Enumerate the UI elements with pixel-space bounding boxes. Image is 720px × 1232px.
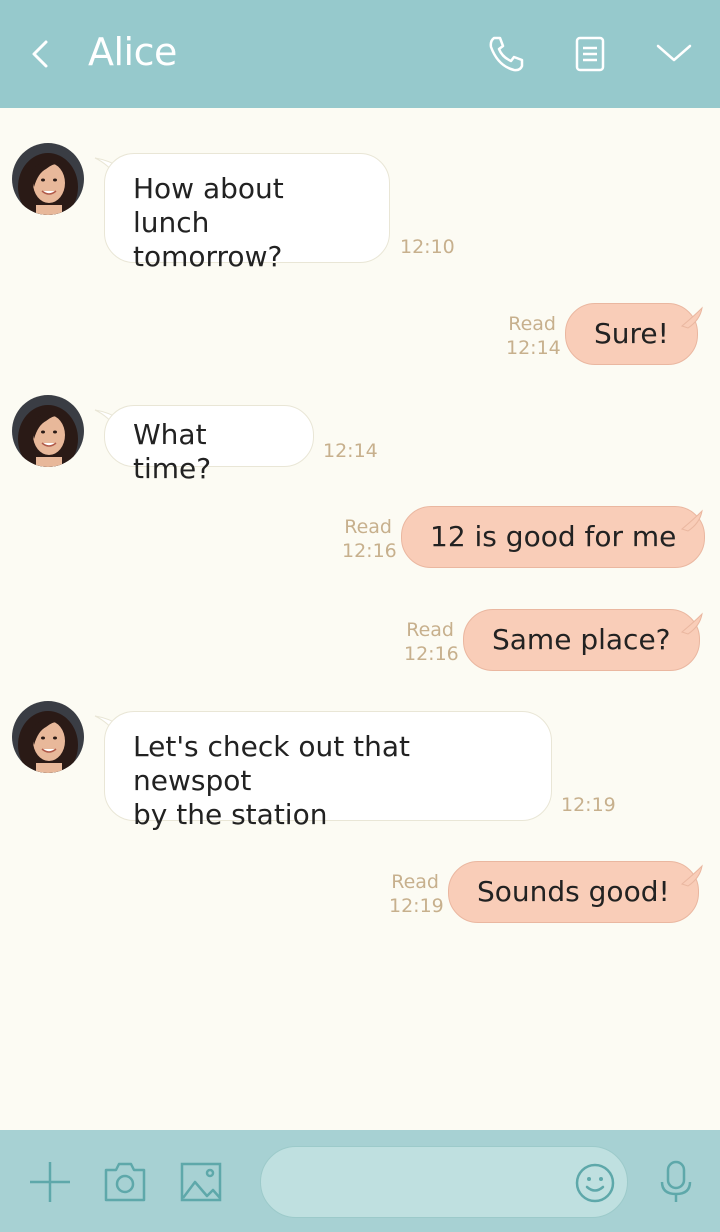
message-input[interactable]	[260, 1146, 628, 1218]
avatar[interactable]	[12, 395, 84, 467]
phone-icon[interactable]	[484, 32, 528, 76]
message-bubble-outgoing[interactable]: Sounds good!	[448, 861, 699, 923]
message-bubble-incoming[interactable]: Let's check out that newspot by the stat…	[104, 711, 552, 831]
message-text: Sounds good!	[477, 875, 670, 908]
message-time: 12:19	[561, 794, 616, 816]
back-arrow-icon[interactable]	[22, 34, 62, 74]
bubble-tail	[680, 509, 703, 532]
message-list[interactable]: How about lunch tomorrow? 12:10 Read 12:…	[0, 108, 720, 1130]
message-read-status: Read 12:14	[506, 312, 561, 360]
message-text-line: Let's check out that newspot	[133, 730, 410, 797]
message-text-line: by the station	[133, 798, 328, 831]
message-time: 12:14	[506, 337, 561, 359]
message-read-status: Read 12:16	[404, 618, 459, 666]
message-bubble-incoming[interactable]: What time?	[104, 405, 314, 485]
message-text-line: How about lunch	[133, 172, 284, 239]
message-text-line: What time?	[133, 418, 212, 485]
message-bubble-incoming[interactable]: How about lunch tomorrow?	[104, 153, 390, 273]
read-label: Read	[508, 313, 556, 335]
bubble-tail	[680, 864, 703, 887]
chat-header: Alice	[0, 0, 720, 108]
chat-title: Alice	[88, 30, 177, 74]
message-text-line: tomorrow?	[133, 240, 283, 273]
plus-icon[interactable]	[26, 1158, 74, 1206]
message-time: 12:19	[389, 895, 444, 917]
avatar[interactable]	[12, 701, 84, 773]
avatar[interactable]	[12, 143, 84, 215]
emoji-icon[interactable]	[573, 1161, 617, 1205]
bubble-tail	[680, 612, 703, 635]
camera-icon[interactable]	[101, 1158, 149, 1206]
notes-icon[interactable]	[568, 32, 612, 76]
message-bubble-outgoing[interactable]: Same place?	[463, 609, 700, 671]
message-bubble-outgoing[interactable]: 12 is good for me	[401, 506, 706, 568]
message-time: 12:14	[323, 440, 378, 462]
read-label: Read	[344, 516, 392, 538]
read-label: Read	[406, 619, 454, 641]
message-read-status: Read 12:19	[389, 870, 444, 918]
composer-bar	[0, 1130, 720, 1232]
message-text: 12 is good for me	[430, 520, 677, 553]
chevron-down-icon[interactable]	[652, 32, 696, 76]
message-time: 12:16	[404, 643, 459, 665]
message-time: 12:10	[400, 236, 455, 258]
message-bubble-outgoing[interactable]: Sure!	[565, 303, 698, 365]
message-text: Same place?	[492, 623, 671, 656]
message-text: Sure!	[594, 317, 669, 350]
image-icon[interactable]	[177, 1158, 225, 1206]
message-time: 12:16	[342, 540, 397, 562]
bubble-tail	[680, 306, 703, 329]
message-read-status: Read 12:16	[342, 515, 397, 563]
read-label: Read	[391, 871, 439, 893]
microphone-icon[interactable]	[652, 1158, 700, 1206]
